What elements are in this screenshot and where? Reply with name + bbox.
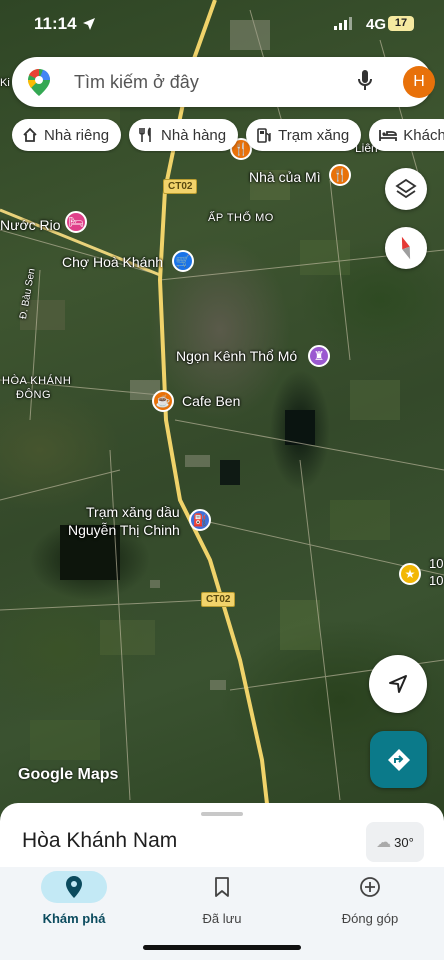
shopping-pin-icon[interactable]: 🛒: [172, 250, 194, 272]
tab-label: Đóng góp: [341, 911, 399, 926]
search-bar[interactable]: Tìm kiếm ở đây H: [12, 57, 435, 107]
compass-icon: [401, 236, 411, 260]
map-label-cafe-ben[interactable]: Cafe Ben: [182, 393, 240, 409]
tab-label: Khám phá: [42, 911, 106, 926]
avatar[interactable]: H: [403, 66, 435, 98]
map-label-hoa-khanh-dong: HÒA KHÁNH: [2, 375, 72, 387]
map-label-cho-hoa-khanh[interactable]: Chợ Hoà Khánh: [62, 254, 163, 270]
tab-contribute[interactable]: Đóng góp: [296, 871, 444, 926]
chip-label: Nhà hàng: [161, 126, 227, 144]
map-label-edge-left: Ki: [0, 77, 10, 89]
tab-label: Đã lưu: [202, 911, 242, 926]
signal-icon: [334, 17, 352, 30]
chip-hotel[interactable]: Khách: [369, 119, 444, 151]
chip-home[interactable]: Nhà riêng: [12, 119, 122, 151]
landmark-pin-icon[interactable]: ♜: [308, 345, 330, 367]
directions-button[interactable]: [370, 731, 427, 788]
tab-contribute-pill: [337, 871, 403, 903]
map-label-ap-tho-mo: ẤP THỔ MO: [208, 212, 274, 224]
cafe-pin-icon[interactable]: ☕: [152, 390, 174, 412]
place-name: Hòa Khánh Nam: [22, 829, 178, 852]
chip-label: Khách: [403, 126, 444, 144]
chip-label: Trạm xăng: [278, 126, 350, 144]
google-maps-logo-icon: [28, 69, 50, 96]
gas-station-pin-icon[interactable]: ⛽: [189, 509, 211, 531]
restaurant-icon: [139, 127, 151, 142]
layers-icon: [395, 178, 417, 199]
navigation-arrow-icon: [389, 675, 407, 693]
directions-icon: [387, 748, 410, 771]
map-label-nha-cua-mi[interactable]: Nhà của Mì: [249, 169, 321, 185]
search-input[interactable]: Tìm kiếm ở đây: [74, 72, 199, 93]
road-shield-ct02: CT02: [201, 592, 236, 607]
layers-button[interactable]: [385, 168, 427, 210]
compass-button[interactable]: [385, 227, 427, 269]
map-label-hoa-khanh-dong: ĐÔNG: [16, 389, 51, 401]
chip-gas-station[interactable]: Trạm xăng: [246, 119, 362, 151]
category-chips: Nhà riêng Nhà hàng Trạm xăng Khách: [12, 119, 444, 153]
microphone-icon[interactable]: [358, 70, 372, 92]
hotel-icon: [379, 130, 398, 141]
chip-restaurant[interactable]: Nhà hàng: [129, 119, 239, 151]
home-indicator[interactable]: [143, 945, 301, 950]
restaurant-pin-icon[interactable]: 🍴: [329, 164, 351, 186]
map-label-edge: 10: [429, 556, 444, 571]
road-shield-ct02: CT02: [163, 179, 198, 194]
location-arrow-icon: [83, 18, 95, 30]
tab-saved-pill: [189, 871, 255, 903]
cloud-icon: ☁: [376, 834, 392, 851]
explore-pin-icon: [66, 876, 82, 898]
status-bar: 11:14 4G 17: [0, 0, 444, 48]
temperature: 30°: [394, 834, 414, 850]
map-label-edge: 10: [429, 573, 444, 588]
my-location-button[interactable]: [369, 655, 427, 713]
tab-explore-pill: [41, 871, 107, 903]
battery-icon: 17: [388, 16, 414, 31]
network-type: 4G: [365, 16, 386, 33]
gas-station-icon: [257, 128, 271, 143]
hotel-pin-icon[interactable]: 🛏: [65, 211, 87, 233]
status-time: 11:14: [34, 14, 77, 33]
tab-explore[interactable]: Khám phá: [0, 871, 148, 926]
google-maps-attribution: Google Maps: [18, 766, 119, 783]
bookmark-icon: [215, 877, 229, 897]
weather-badge[interactable]: ☁ 30°: [366, 822, 424, 862]
bottom-sheet[interactable]: Hòa Khánh Nam ☁ 30°: [0, 803, 444, 867]
add-circle-icon: [360, 877, 380, 897]
chip-label: Nhà riêng: [44, 126, 110, 144]
map-label-tram-xang[interactable]: Trạm xăng dầu: [86, 504, 180, 520]
tab-saved[interactable]: Đã lưu: [148, 871, 296, 926]
home-icon: [23, 127, 37, 142]
star-pin-icon[interactable]: ★: [399, 563, 421, 585]
map-label-ngon-kenh[interactable]: Ngọn Kênh Thổ Mó: [176, 348, 297, 364]
map-label-nuoc-rio[interactable]: Nước Rio: [0, 217, 61, 233]
map-label-tram-xang[interactable]: Nguyễn Thị Chinh: [68, 522, 180, 538]
sheet-drag-handle[interactable]: [201, 812, 243, 816]
